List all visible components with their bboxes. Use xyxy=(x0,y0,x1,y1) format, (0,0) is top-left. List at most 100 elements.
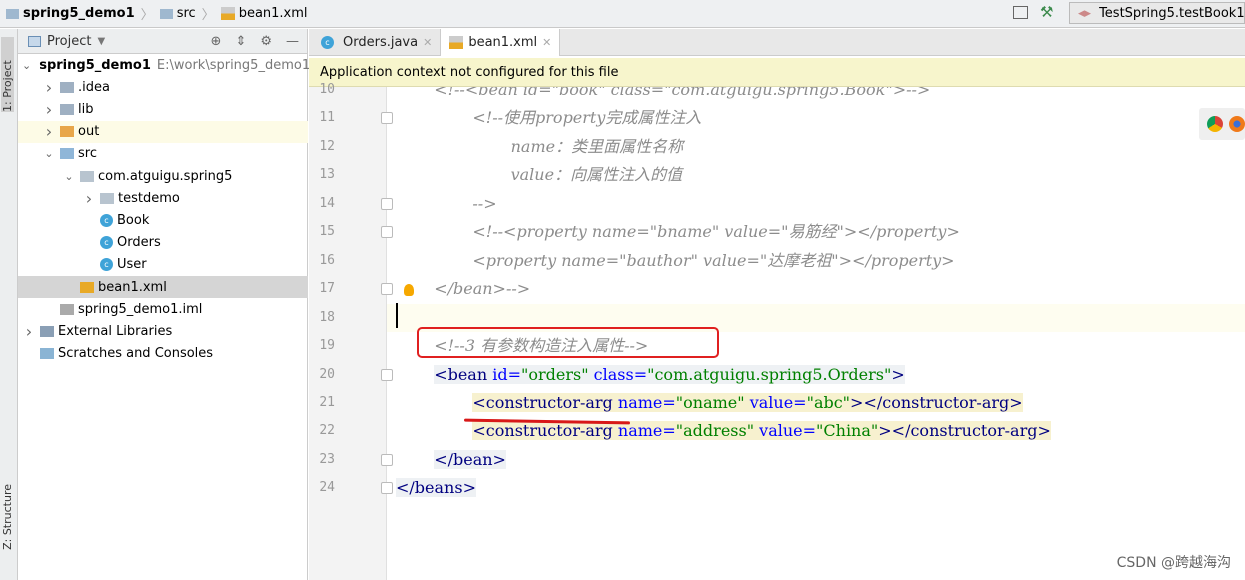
code-token: ></constructor-arg> xyxy=(850,392,1023,412)
tab-orders-java[interactable]: c Orders.java ✕ xyxy=(309,29,442,56)
line-number: 22 xyxy=(319,423,335,439)
tree-item[interactable]: › lib xyxy=(18,98,308,120)
code-token: "abc" xyxy=(806,392,851,412)
tree-item-label: Book xyxy=(117,212,150,228)
class-icon: c xyxy=(321,36,334,49)
code-line: name：类里面属性名称 xyxy=(511,133,684,161)
code-token: "address" xyxy=(675,421,760,441)
code-line: <!--使用property完成属性注入 xyxy=(472,104,701,132)
code-line: </beans> xyxy=(396,474,476,502)
code-line: <property name="bauthor" value="达摩老祖"></… xyxy=(472,247,954,275)
build-hammer-icon[interactable]: ⚒ xyxy=(1040,3,1053,21)
expand-arrow-icon[interactable]: › xyxy=(42,78,56,97)
line-number: 11 xyxy=(319,110,335,126)
package-icon xyxy=(80,170,94,182)
tab-label: Orders.java xyxy=(343,35,419,50)
code-token: <bean xyxy=(434,364,493,384)
tree-item[interactable]: Scratches and Consoles xyxy=(18,343,308,365)
line-number: 14 xyxy=(319,195,335,211)
line-number: 20 xyxy=(319,366,335,382)
folder-icon xyxy=(159,8,173,19)
xml-file-icon xyxy=(220,7,235,20)
class-icon: c xyxy=(100,236,113,250)
code-token: value= xyxy=(749,392,807,412)
tree-item[interactable]: › out xyxy=(18,120,308,143)
firefox-icon[interactable] xyxy=(1229,116,1245,132)
line-number: 21 xyxy=(319,394,335,410)
project-tool-button[interactable]: 1: Project xyxy=(1,37,14,112)
breadcrumb-file[interactable]: bean1.xml xyxy=(220,6,308,21)
tree-item-label: lib xyxy=(78,101,94,117)
expand-arrow-icon[interactable]: ⌄ xyxy=(22,59,31,72)
code-token: </bean> xyxy=(434,449,506,469)
run-configuration-select[interactable]: ◂▸ TestSpring5.testBook1 xyxy=(1069,2,1245,24)
chrome-icon[interactable] xyxy=(1207,116,1223,132)
code-token: value= xyxy=(759,421,817,441)
tree-item[interactable]: ⌄ src xyxy=(18,143,308,165)
tree-item-label: spring5_demo1.iml xyxy=(78,301,203,317)
folder-icon xyxy=(60,103,74,115)
tree-item-path: E:\work\spring5_demo1 xyxy=(156,57,311,73)
line-number: 16 xyxy=(319,252,335,268)
run-window-icon[interactable] xyxy=(1013,6,1028,19)
code-line: <!--<bean id="book" class="com.atguigu.s… xyxy=(434,87,930,104)
expand-arrow-icon[interactable]: ⌄ xyxy=(42,147,56,160)
project-view-select[interactable]: Project xyxy=(47,34,91,49)
code-token: </beans> xyxy=(396,478,476,498)
annotation-box xyxy=(417,327,719,358)
xml-file-icon xyxy=(449,36,464,49)
package-icon xyxy=(100,192,114,204)
code-token: "China" xyxy=(816,421,879,441)
structure-tool-button[interactable]: Z: Structure xyxy=(1,484,14,550)
tree-item[interactable]: › External Libraries xyxy=(18,320,308,342)
close-icon[interactable]: ✕ xyxy=(542,36,551,49)
code-token: <constructor-arg xyxy=(472,421,618,441)
xml-icon xyxy=(80,281,94,293)
tree-item-label: External Libraries xyxy=(58,323,173,339)
code-token: value：向属性注入的值 xyxy=(510,165,683,185)
expand-arrow-icon[interactable]: › xyxy=(82,189,96,208)
tree-item[interactable]: c Orders xyxy=(18,232,308,254)
tree-item[interactable]: bean1.xml xyxy=(18,276,308,298)
tree-item[interactable]: › testdemo xyxy=(18,187,308,209)
tree-item-label: src xyxy=(78,146,97,162)
breadcrumb-src[interactable]: src xyxy=(159,6,196,21)
close-icon[interactable]: ✕ xyxy=(423,36,432,49)
line-number: 17 xyxy=(319,281,335,297)
code-line: </bean>--> xyxy=(434,275,530,303)
collapse-icon[interactable]: ⇕ xyxy=(235,34,246,49)
notification-banner: Application context not configured for t… xyxy=(309,58,1245,87)
breadcrumb-project[interactable]: spring5_demo1 xyxy=(6,6,135,21)
line-number: 24 xyxy=(319,480,335,496)
code-token: name：类里面属性名称 xyxy=(510,136,684,156)
class-icon: c xyxy=(100,258,113,272)
tree-item[interactable]: ⌄ spring5_demo1 E:\work\spring5_demo1 xyxy=(18,54,311,76)
tree-item[interactable]: › .idea xyxy=(18,76,308,98)
gear-icon[interactable]: ⚙ xyxy=(260,34,272,49)
code-token: > xyxy=(891,364,905,384)
code-line: <!--<property name="bname" value="易筋经"><… xyxy=(472,218,959,246)
tree-item-label: com.atguigu.spring5 xyxy=(98,168,233,184)
folder-orange-icon xyxy=(60,126,74,138)
expand-arrow-icon[interactable]: › xyxy=(22,322,36,341)
tree-item-label: out xyxy=(78,124,100,140)
text-caret xyxy=(396,303,398,328)
navigation-bar: spring5_demo1 〉 src 〉 bean1.xml ⚒ ◂▸ TestSp… xyxy=(0,0,1245,28)
locate-icon[interactable]: ⊕ xyxy=(211,34,222,49)
junit-icon: ◂▸ xyxy=(1078,5,1092,21)
tree-item[interactable]: ⌄ com.atguigu.spring5 xyxy=(18,165,308,187)
tree-item[interactable]: spring5_demo1.iml xyxy=(18,298,308,320)
code-token: <constructor-arg xyxy=(472,392,618,412)
expand-arrow-icon[interactable]: ⌄ xyxy=(62,170,76,183)
tree-item-label: testdemo xyxy=(118,190,180,206)
expand-arrow-icon[interactable]: › xyxy=(42,100,56,119)
tree-item[interactable]: c User xyxy=(18,254,308,276)
minimize-icon[interactable]: — xyxy=(286,34,299,49)
module-icon xyxy=(6,8,19,19)
tree-item[interactable]: c Book xyxy=(18,209,308,231)
lightbulb-icon[interactable] xyxy=(404,284,414,296)
expand-arrow-icon[interactable]: › xyxy=(42,122,56,141)
code-token: --> xyxy=(472,193,497,213)
tab-bean1-xml[interactable]: bean1.xml ✕ xyxy=(441,29,561,56)
code-token: name= xyxy=(617,392,676,412)
